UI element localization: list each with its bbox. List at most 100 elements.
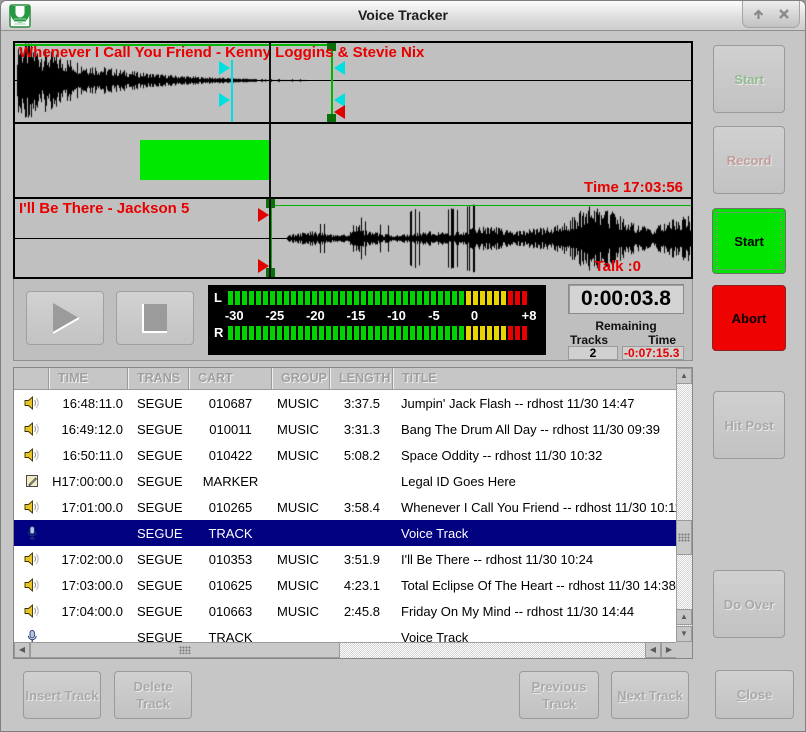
- scroll-up-button[interactable]: ▲: [676, 368, 692, 384]
- record-button[interactable]: Record: [713, 126, 785, 194]
- table-row[interactable]: SEGUETRACK Voice Track: [14, 520, 678, 546]
- table-row[interactable]: H17:00:00.0SEGUEMARKERLegal ID Goes Here: [14, 468, 678, 494]
- log-table: TIMETRANSCARTGROUPLENGTHTITLE 16:48:11.0…: [13, 367, 693, 659]
- stop-button[interactable]: [116, 291, 194, 345]
- cell-trans: SEGUE: [128, 526, 189, 541]
- log-table-body: 16:48:11.0SEGUE010687MUSIC3:37.5Jumpin' …: [14, 390, 678, 644]
- scroll-right-button[interactable]: ▶: [661, 642, 677, 658]
- cell-cart: 010687: [189, 396, 272, 411]
- cell-title: Friday On My Mind -- rdhost 11/30 14:44: [393, 604, 678, 619]
- cell-length: 5:08.2: [330, 448, 393, 463]
- track-editor: Whenever I Call You Friend - Kenny Loggi…: [13, 41, 693, 279]
- meter-scale-label: -5: [428, 308, 440, 323]
- table-row[interactable]: 17:04:00.0SEGUE010663MUSIC2:45.8Friday O…: [14, 598, 678, 624]
- meter-scale-label: -25: [265, 308, 284, 323]
- titlebar[interactable]: Voice Tracker: [1, 1, 805, 31]
- cell-group: MUSIC: [272, 396, 330, 411]
- voice-track-region[interactable]: [140, 140, 269, 180]
- cell-title: Total Eclipse Of The Heart -- rdhost 11/…: [393, 578, 678, 593]
- fadedown-marker-handle[interactable]: [219, 61, 230, 75]
- cell-time: 16:48:11.0: [49, 396, 128, 411]
- cell-group: MUSIC: [272, 422, 330, 437]
- close-icon[interactable]: [774, 5, 794, 23]
- column-header-length[interactable]: LENGTH: [330, 368, 393, 389]
- cell-title: I'll Be There -- rdhost 11/30 10:24: [393, 552, 678, 567]
- track3-start-handle[interactable]: [258, 259, 269, 273]
- meter-right-segments: [228, 326, 527, 340]
- table-row[interactable]: 17:01:00.0SEGUE010265MUSIC3:58.4Whenever…: [14, 494, 678, 520]
- edit-cursor[interactable]: [269, 43, 271, 277]
- track2-voicetrack-lane[interactable]: Time 17:03:56: [15, 124, 691, 197]
- vscroll-thumb[interactable]: [676, 520, 692, 555]
- remaining-label: Remaining: [568, 319, 684, 333]
- remaining-time-value: -0:07:15.3: [622, 346, 684, 360]
- end-marker-handle[interactable]: [334, 105, 345, 119]
- column-header-trans[interactable]: TRANS: [128, 368, 189, 389]
- cell-cart: TRACK: [189, 526, 272, 541]
- fadedown-marker-handle[interactable]: [219, 93, 230, 107]
- cell-group: MUSIC: [272, 552, 330, 567]
- audio-icon: [14, 421, 49, 437]
- delete-track-button[interactable]: Delete Track: [114, 671, 192, 719]
- cell-trans: SEGUE: [128, 604, 189, 619]
- column-header-cart[interactable]: CART: [189, 368, 272, 389]
- table-row[interactable]: 16:48:11.0SEGUE010687MUSIC3:37.5Jumpin' …: [14, 390, 678, 416]
- track1-waveform[interactable]: Whenever I Call You Friend - Kenny Loggi…: [15, 43, 691, 122]
- column-header-title[interactable]: TITLE: [393, 368, 678, 389]
- next-track-button[interactable]: Next Track: [611, 671, 689, 719]
- audio-icon: [14, 395, 49, 411]
- cell-length: 2:45.8: [330, 604, 393, 619]
- scroll-left-button-2[interactable]: ◀: [645, 642, 661, 658]
- remaining-tracks-label: Tracks: [570, 333, 608, 347]
- fadeup-marker-handle[interactable]: [334, 61, 345, 75]
- close-button[interactable]: Close: [715, 670, 794, 719]
- track3-centerline: [15, 238, 691, 239]
- table-row[interactable]: SEGUETRACKVoice Track: [14, 624, 678, 644]
- hscroll-thumb[interactable]: [30, 642, 340, 658]
- cell-time: 17:02:00.0: [49, 552, 128, 567]
- remaining-time-label: Time: [648, 333, 676, 347]
- cell-time: 17:01:00.0: [49, 500, 128, 515]
- horizontal-scrollbar[interactable]: ◀ ◀ ▶: [14, 642, 678, 658]
- meter-scale-label: -10: [387, 308, 406, 323]
- scroll-up-button-2[interactable]: ▲: [676, 609, 692, 625]
- scroll-down-button[interactable]: ▼: [676, 626, 692, 642]
- cell-group: MUSIC: [272, 604, 330, 619]
- shade-icon[interactable]: [748, 5, 768, 23]
- play-button[interactable]: [26, 291, 104, 345]
- stop-icon: [137, 300, 173, 336]
- cell-time: 17:04:00.0: [49, 604, 128, 619]
- hit-post-button[interactable]: Hit Post: [713, 391, 785, 459]
- table-row[interactable]: 16:50:11.0SEGUE010422MUSIC5:08.2Space Od…: [14, 442, 678, 468]
- table-row[interactable]: 16:49:12.0SEGUE010011MUSIC3:31.3Bang The…: [14, 416, 678, 442]
- cell-time: 16:49:12.0: [49, 422, 128, 437]
- start-track2-button[interactable]: Start: [712, 208, 786, 274]
- table-row[interactable]: 17:03:00.0SEGUE010625MUSIC4:23.1Total Ec…: [14, 572, 678, 598]
- cell-length: 4:23.1: [330, 578, 393, 593]
- fadedown-marker-line[interactable]: [231, 60, 233, 122]
- time-label: Time 17:03:56: [584, 179, 683, 196]
- marker-icon: [14, 473, 49, 489]
- scroll-left-button[interactable]: ◀: [14, 642, 30, 658]
- track3-waveform[interactable]: I'll Be There - Jackson 5 Talk :0: [15, 199, 691, 277]
- cell-length: 3:37.5: [330, 396, 393, 411]
- track3-segue-line: [273, 205, 691, 206]
- cell-cart: 010422: [189, 448, 272, 463]
- table-row[interactable]: 17:02:00.0SEGUE010353MUSIC3:51.9I'll Be …: [14, 546, 678, 572]
- vertical-scrollbar[interactable]: ▲ ▲ ▼: [676, 368, 692, 644]
- column-header-icon[interactable]: [14, 368, 49, 389]
- track3-title: I'll Be There - Jackson 5: [19, 200, 189, 217]
- log-table-header: TIMETRANSCARTGROUPLENGTHTITLE: [14, 368, 678, 390]
- start-track1-button[interactable]: Start: [713, 45, 785, 113]
- track3-start-handle[interactable]: [258, 208, 269, 222]
- insert-track-button[interactable]: Insert Track: [23, 671, 101, 719]
- abort-button[interactable]: Abort: [712, 285, 786, 351]
- previous-track-button[interactable]: Previous Track: [519, 671, 599, 719]
- column-header-group[interactable]: GROUP: [272, 368, 330, 389]
- cell-trans: SEGUE: [128, 552, 189, 567]
- do-over-button[interactable]: Do Over: [713, 570, 785, 638]
- cell-time: H17:00:00.0: [49, 474, 128, 489]
- cell-title: Voice Track: [393, 526, 678, 541]
- column-header-time[interactable]: TIME: [49, 368, 128, 389]
- audio-icon: [14, 447, 49, 463]
